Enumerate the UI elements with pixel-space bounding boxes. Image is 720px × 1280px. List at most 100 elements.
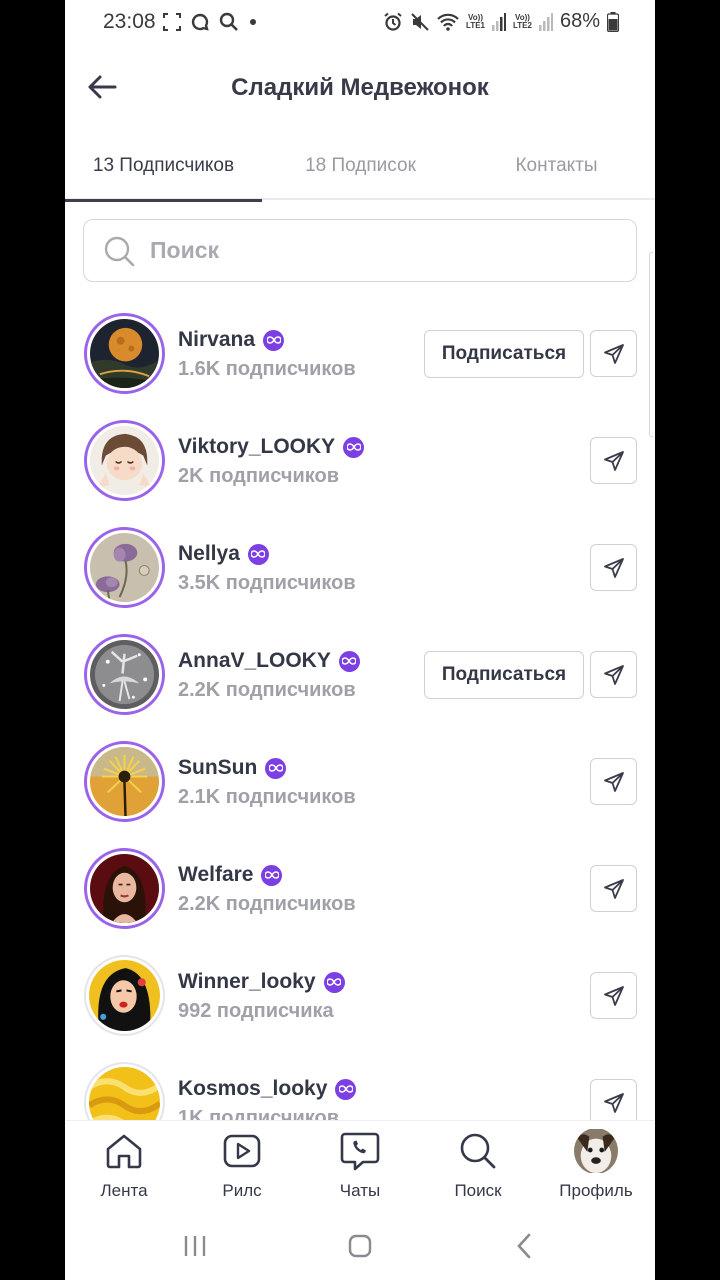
home-button[interactable]: [330, 1228, 390, 1264]
avatar[interactable]: [84, 634, 165, 715]
avatar[interactable]: [84, 420, 165, 501]
tab-followers[interactable]: 13 Подписчиков: [65, 132, 262, 202]
followers-count: 3.5K подписчиков: [178, 572, 356, 594]
wifi-icon: [437, 13, 459, 31]
subscribe-button[interactable]: Подписаться: [424, 330, 584, 378]
avatar-image-gold-waves: [89, 1067, 160, 1120]
username-line[interactable]: Welfare: [178, 863, 283, 887]
avatar-image-dandelion: [90, 747, 159, 816]
avatar[interactable]: [84, 741, 165, 822]
nav-search[interactable]: Поиск: [419, 1129, 537, 1205]
avatar[interactable]: [84, 313, 165, 394]
infinity-badge-icon: [338, 650, 360, 672]
dot-icon: [250, 19, 256, 25]
avatar[interactable]: [84, 955, 165, 1036]
nav-reels[interactable]: Рилс: [183, 1129, 301, 1205]
avatar[interactable]: [84, 1062, 165, 1120]
avatar-image-flowers: [90, 533, 159, 602]
nav-feed-label: Лента: [100, 1181, 148, 1200]
infinity-badge-icon: [335, 1078, 357, 1100]
list-item[interactable]: Viktory_LOOKY 2K подписчиков: [65, 407, 655, 514]
send-icon: [603, 1092, 624, 1113]
signal-icon-2: [538, 12, 553, 31]
list-item[interactable]: SunSun 2.1K подписчиков: [65, 728, 655, 835]
send-message-button[interactable]: [590, 865, 637, 912]
nav-chats[interactable]: Чаты: [301, 1129, 419, 1205]
page-title: Сладкий Медвежонок: [231, 74, 489, 101]
send-icon: [603, 985, 624, 1006]
infinity-badge-icon: [261, 864, 283, 886]
tab-contacts-label: Контакты: [515, 155, 598, 176]
send-message-button[interactable]: [590, 972, 637, 1019]
send-icon: [603, 557, 624, 578]
username: Viktory_LOOKY: [178, 435, 336, 458]
chevron-left-icon: [517, 1233, 531, 1259]
list-item[interactable]: Welfare 2.2K подписчиков: [65, 835, 655, 942]
followers-count: 2.1K подписчиков: [178, 786, 356, 808]
list-item[interactable]: AnnaV_LOOKY 2.2K подписчиков Подписаться: [65, 621, 655, 728]
sim1-lte: LTE1: [466, 20, 485, 30]
app-screen: 23:08 Vo)) LTE1 Vo)) LTE2 68% Сладкий Медв…: [65, 0, 655, 1280]
username-line[interactable]: AnnaV_LOOKY: [178, 649, 360, 673]
active-tab-indicator: [65, 199, 262, 202]
send-message-button[interactable]: [590, 544, 637, 591]
nav-profile-label: Профиль: [559, 1181, 633, 1200]
send-icon: [603, 450, 624, 471]
recent-apps-button[interactable]: [165, 1228, 225, 1264]
status-left-icons: [163, 12, 257, 32]
list-item[interactable]: Winner_looky 992 подписчика: [65, 942, 655, 1049]
send-message-button[interactable]: [590, 758, 637, 805]
send-icon: [603, 878, 624, 899]
status-time: 23:08: [103, 10, 156, 33]
search-icon: [104, 236, 135, 266]
avatar[interactable]: [84, 848, 165, 929]
send-message-button[interactable]: [590, 1079, 637, 1120]
battery-icon: [607, 11, 619, 32]
followers-list: Nirvana 1.6K подписчиков Подписаться Vik…: [65, 300, 655, 1120]
username-line[interactable]: Kosmos_looky: [178, 1077, 357, 1101]
username-line[interactable]: Viktory_LOOKY: [178, 435, 365, 459]
followers-count: 2.2K подписчиков: [178, 679, 356, 701]
list-item[interactable]: Kosmos_looky 1K подписчиков: [65, 1049, 655, 1120]
battery-percent: 68%: [559, 10, 600, 32]
nav-reels-label: Рилс: [222, 1181, 262, 1200]
nav-search-label: Поиск: [454, 1181, 502, 1200]
chat-bubble-icon: [191, 13, 209, 31]
avatar-image-popart-woman: [89, 960, 160, 1031]
list-item[interactable]: Nellya 3.5K подписчиков: [65, 514, 655, 621]
send-message-button[interactable]: [590, 651, 637, 698]
username-line[interactable]: Nirvana: [178, 328, 285, 352]
screenshot-icon: [163, 13, 181, 31]
username: Kosmos_looky: [178, 1077, 328, 1100]
sim2-label: Vo)) LTE2: [513, 13, 532, 30]
infinity-badge-icon: [247, 543, 269, 565]
avatar-image-moon: [90, 319, 159, 388]
username-line[interactable]: SunSun: [178, 756, 287, 780]
search-box[interactable]: [83, 219, 637, 282]
nav-feed[interactable]: Лента: [65, 1129, 183, 1205]
profile-avatar: [574, 1129, 618, 1173]
tab-following[interactable]: 18 Подписок: [262, 132, 459, 200]
search-input[interactable]: [150, 237, 610, 264]
username-line[interactable]: Nellya: [178, 542, 269, 566]
followers-count: 2K подписчиков: [178, 465, 339, 487]
avatar-image-girl: [90, 426, 159, 495]
followers-count: 992 подписчика: [178, 1000, 334, 1022]
home-square-icon: [348, 1234, 372, 1258]
username-line[interactable]: Winner_looky: [178, 970, 345, 994]
subscribe-button[interactable]: Подписаться: [424, 651, 584, 699]
avatar-image-woman-red: [90, 854, 159, 923]
send-message-button[interactable]: [590, 437, 637, 484]
infinity-badge-icon: [265, 757, 287, 779]
avatar[interactable]: [84, 527, 165, 608]
nav-chats-label: Чаты: [339, 1181, 381, 1200]
send-message-button[interactable]: [590, 330, 637, 377]
sim1-label: Vo)) LTE1: [466, 13, 485, 30]
tab-following-label: 18 Подписок: [305, 155, 416, 176]
infinity-badge-icon: [343, 436, 365, 458]
username: Nirvana: [178, 328, 256, 351]
system-back-button[interactable]: [495, 1228, 555, 1264]
tab-contacts[interactable]: Контакты: [458, 132, 655, 200]
list-item[interactable]: Nirvana 1.6K подписчиков Подписаться: [65, 300, 655, 407]
nav-profile[interactable]: Профиль: [537, 1129, 655, 1205]
